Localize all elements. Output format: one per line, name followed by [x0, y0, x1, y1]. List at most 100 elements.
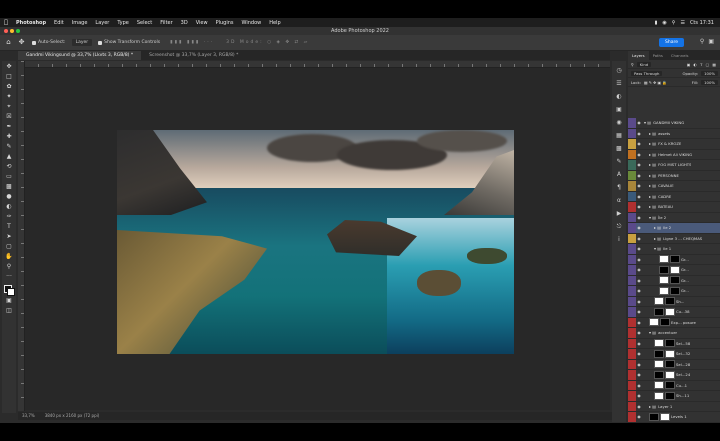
layer-mask-thumbnail[interactable]	[665, 360, 675, 369]
paragraph-panel-icon[interactable]: ¶	[616, 184, 623, 191]
layer-thumbnail[interactable]	[659, 286, 669, 295]
folder-icon[interactable]: ▾ ▤	[644, 120, 651, 125]
quick-mask-icon[interactable]: ▣	[5, 297, 13, 305]
layer-row[interactable]: ◉ Cu...1	[628, 380, 720, 391]
gradients-panel-icon[interactable]: ▩	[616, 145, 623, 152]
history-brush-icon[interactable]: ⟲	[5, 163, 13, 171]
layer-row[interactable]: ◉ Sh...	[628, 296, 720, 307]
3d-mode-buttons[interactable]: 3D Mode: ○ ◈ ✥ ⇄ ▱	[226, 40, 309, 45]
type-tool-icon[interactable]: T	[5, 223, 13, 231]
swatches-panel-icon[interactable]: ▦	[616, 132, 623, 139]
menu-photoshop[interactable]: Photoshop	[12, 20, 50, 26]
eye-icon[interactable]: ◉	[636, 257, 642, 262]
menu-edit[interactable]: Edit	[50, 20, 68, 26]
eye-icon[interactable]: ◉	[636, 215, 642, 220]
layer-row[interactable]: ◉ ▸ ▤ FX & KROZE	[628, 139, 720, 150]
eye-icon[interactable]: ◉	[636, 131, 642, 136]
layer-thumbnail[interactable]	[659, 276, 669, 285]
brush-tool-icon[interactable]: ✎	[5, 143, 13, 151]
eye-icon[interactable]: ◉	[636, 404, 642, 409]
quick-select-tool-icon[interactable]: ✦	[5, 93, 13, 101]
folder-icon[interactable]: ▸ ▤	[649, 162, 656, 167]
eye-icon[interactable]: ◉	[636, 383, 642, 388]
blend-mode-dropdown[interactable]: Pass Through	[631, 70, 663, 76]
menu-window[interactable]: Window	[238, 20, 266, 26]
layer-mask-thumbnail[interactable]	[670, 255, 680, 264]
zoom-tool-icon[interactable]: ⚲	[5, 263, 13, 271]
tab-document-2[interactable]: Screenshot @ 33,7% (Layer 3, RGB/8) *	[141, 51, 246, 60]
eye-icon[interactable]: ◉	[636, 204, 642, 209]
tab-channels[interactable]: Channels	[667, 51, 693, 60]
eye-icon[interactable]: ◉	[636, 278, 642, 283]
opacity-field[interactable]: 100%	[701, 70, 718, 76]
pen-tool-icon[interactable]: ✑	[5, 213, 13, 221]
eyedropper-tool-icon[interactable]: ✒	[5, 123, 13, 131]
eye-icon[interactable]: ◉	[636, 362, 642, 367]
layer-row[interactable]: ◉ ▸ ▤ Ligne 3 ... CHEQMAS	[628, 233, 720, 244]
history-panel-icon[interactable]: ◷	[616, 67, 623, 74]
layer-row[interactable]: ◉ Sel...58	[628, 338, 720, 349]
folder-icon[interactable]: ▸ ▤	[649, 173, 656, 178]
menu-type[interactable]: Type	[113, 20, 132, 26]
gradient-tool-icon[interactable]: ▩	[5, 183, 13, 191]
layer-mask-thumbnail[interactable]	[665, 349, 675, 358]
auto-select-checkbox[interactable]: Auto-Select:	[32, 40, 66, 45]
search-icon[interactable]: ⚲	[672, 20, 676, 26]
eye-icon[interactable]: ◉	[636, 351, 642, 356]
crop-tool-icon[interactable]: ⌖	[5, 103, 13, 111]
layer-mask-thumbnail[interactable]	[670, 265, 680, 274]
frame-tool-icon[interactable]: ☒	[5, 113, 13, 121]
eraser-tool-icon[interactable]: ▭	[5, 173, 13, 181]
canvas-area[interactable]	[25, 68, 610, 410]
layer-thumbnail[interactable]	[649, 318, 659, 327]
home-icon[interactable]: ⌂	[4, 38, 13, 47]
eye-icon[interactable]: ◉	[636, 173, 642, 178]
eye-icon[interactable]: ◉	[636, 152, 642, 157]
layer-row[interactable]: ◉ Sel...28	[628, 359, 720, 370]
menubar-clock[interactable]: Cts 17:31	[690, 20, 714, 26]
tab-layers[interactable]: Layers	[628, 51, 649, 60]
layer-row[interactable]: ◉ Gr...	[628, 286, 720, 297]
layer-row[interactable]: ◉ ▸ ▤ Ile 2	[628, 223, 720, 234]
eye-icon[interactable]: ◉	[636, 299, 642, 304]
layer-row[interactable]: ◉ Exp... posure	[628, 317, 720, 328]
search-icon[interactable]: ⚲	[700, 38, 704, 45]
battery-icon[interactable]: ▮	[655, 20, 658, 26]
layer-row[interactable]: ◉Umb... g 6	[628, 422, 720, 423]
layer-thumbnail[interactable]	[654, 360, 664, 369]
menu-3d[interactable]: 3D	[177, 20, 192, 26]
layer-row[interactable]: ◉ ▸ ▤ PERSONNE	[628, 170, 720, 181]
eye-icon[interactable]: ◉	[636, 330, 642, 335]
eye-icon[interactable]: ◉	[636, 183, 642, 188]
info-panel-icon[interactable]: i	[616, 236, 623, 243]
layer-mask-thumbnail[interactable]	[665, 391, 675, 400]
workspace-icon[interactable]: ▣	[708, 38, 714, 45]
color-swatches[interactable]	[4, 285, 15, 296]
more-tools-icon[interactable]: ···	[5, 273, 13, 281]
eye-icon[interactable]: ◉	[636, 267, 642, 272]
eye-icon[interactable]: ◉	[636, 120, 642, 125]
blur-tool-icon[interactable]: ●	[5, 193, 13, 201]
eye-icon[interactable]: ◉	[636, 246, 642, 251]
share-button[interactable]: Share	[659, 38, 684, 47]
eye-icon[interactable]: ◉	[636, 309, 642, 314]
folder-icon[interactable]: ▸ ▤	[654, 236, 661, 241]
folder-icon[interactable]: ▸ ▤	[649, 194, 656, 199]
layer-row[interactable]: ◉ ▸ ▤ CAVALIE	[628, 181, 720, 192]
horizontal-ruler[interactable]	[24, 61, 610, 68]
wifi-icon[interactable]: ◉	[662, 20, 666, 26]
rectangle-tool-icon[interactable]: ▢	[5, 243, 13, 251]
tab-document-1[interactable]: Gandmi Vikingsund @ 33,7% (Lkvts 3, RGB/…	[18, 51, 142, 60]
layer-row[interactable]: ◉ Cu...38	[628, 307, 720, 318]
eye-icon[interactable]: ◉	[636, 162, 642, 167]
layer-thumbnail[interactable]	[654, 349, 664, 358]
move-tool-icon[interactable]: ✥	[5, 63, 13, 71]
layer-mask-thumbnail[interactable]	[670, 276, 680, 285]
lock-icons[interactable]: ▦ ✎ ✥ ▣ 🔒	[644, 80, 667, 85]
hand-tool-icon[interactable]: ✋	[5, 253, 13, 261]
menu-plugins[interactable]: Plugins	[212, 20, 238, 26]
filter-type-icons[interactable]: ▣ ◐ T ▢ ▦	[687, 62, 720, 67]
folder-icon[interactable]: ▸ ▤	[649, 131, 656, 136]
eye-icon[interactable]: ◉	[636, 194, 642, 199]
menu-filter[interactable]: Filter	[156, 20, 176, 26]
